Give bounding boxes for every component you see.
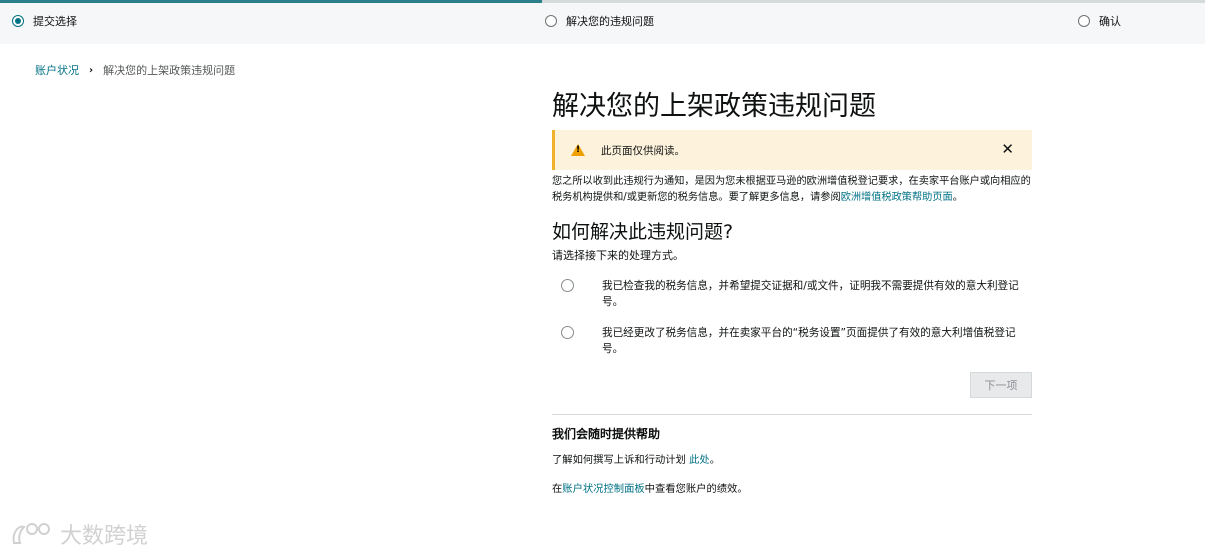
breadcrumb: 账户状况 › 解决您的上架政策违规问题 — [35, 62, 235, 78]
step-label: 提交选择 — [33, 15, 77, 28]
watermark: 大数跨境 — [10, 518, 148, 550]
appeal-help-link[interactable]: 此处 — [689, 454, 710, 466]
stepper-track — [542, 0, 1205, 3]
step-resolve-violation: 解决您的违规问题 — [545, 13, 654, 29]
help-appeal-line: 了解如何撰写上诉和行动计划 此处。 — [552, 451, 1032, 466]
help-title: 我们会随时提供帮助 — [552, 427, 661, 441]
help-text-end: 中查看您账户的绩效。 — [644, 483, 748, 495]
step-radio-icon — [545, 15, 557, 27]
account-health-dashboard-link[interactable]: 账户状况控制面板 — [562, 483, 644, 495]
button-row: 下一项 — [552, 372, 1032, 398]
eu-vat-policy-help-link[interactable]: 欧洲增值税政策帮助页面 — [841, 192, 953, 203]
divider — [552, 414, 1032, 415]
progress-stepper: 提交选择 解决您的违规问题 确认 — [0, 0, 1205, 44]
radio-button[interactable] — [561, 326, 574, 339]
warning-icon — [571, 144, 585, 156]
step-active-radio-icon — [12, 15, 24, 27]
option-submit-evidence[interactable]: 我已检查我的税务信息，并希望提交证据和/或文件，证明我不需要提供有效的意大利登记… — [552, 278, 1032, 310]
main-content: 解决您的上架政策违规问题 此页面仅供阅读。 ✕ 您之所以收到此违规行为通知，是因… — [552, 88, 1032, 495]
read-only-alert: 此页面仅供阅读。 ✕ — [552, 130, 1032, 170]
help-text-end: 。 — [709, 454, 721, 466]
stepper-progress-bar — [0, 0, 542, 3]
step-submit-choice: 提交选择 — [12, 13, 77, 29]
option-label: 我已经更改了税务信息，并在卖家平台的“税务设置”页面提供了有效的意大利增值税登记… — [602, 327, 1016, 355]
option-updated-tax-info[interactable]: 我已经更改了税务信息，并在卖家平台的“税务设置”页面提供了有效的意大利增值税登记… — [552, 325, 1032, 357]
close-icon[interactable]: ✕ — [1001, 141, 1014, 157]
alert-text: 此页面仅供阅读。 — [601, 144, 685, 157]
step-radio-icon — [1078, 15, 1090, 27]
breadcrumb-account-health-link[interactable]: 账户状况 — [35, 62, 79, 78]
step-label: 解决您的违规问题 — [566, 15, 654, 28]
section-title: 如何解决此违规问题? — [552, 221, 734, 243]
radio-button[interactable] — [561, 279, 574, 292]
violation-description: 您之所以收到此违规行为通知，是因为您未根据亚马逊的欧洲增值税登记要求，在卖家平台… — [552, 174, 1032, 205]
help-text: 在 — [552, 483, 563, 495]
step-confirm: 确认 — [1078, 13, 1121, 29]
watermark-logo — [12, 523, 50, 544]
help-text: 了解如何撰写上诉和行动计划 — [552, 454, 690, 466]
section-subtitle: 请选择接下来的处理方式。 — [552, 249, 684, 262]
description-end: 。 — [952, 191, 963, 203]
step-label: 确认 — [1099, 15, 1121, 28]
page-title: 解决您的上架政策违规问题 — [552, 91, 876, 122]
watermark-text: 大数跨境 — [60, 524, 149, 549]
next-button[interactable]: 下一项 — [970, 372, 1032, 398]
option-label: 我已检查我的税务信息，并希望提交证据和/或文件，证明我不需要提供有效的意大利登记… — [602, 280, 1019, 308]
help-dashboard-line: 在账户状况控制面板中查看您账户的绩效。 — [552, 480, 1032, 495]
chevron-right-icon: › — [89, 64, 94, 76]
breadcrumb-current: 解决您的上架政策违规问题 — [103, 64, 236, 77]
